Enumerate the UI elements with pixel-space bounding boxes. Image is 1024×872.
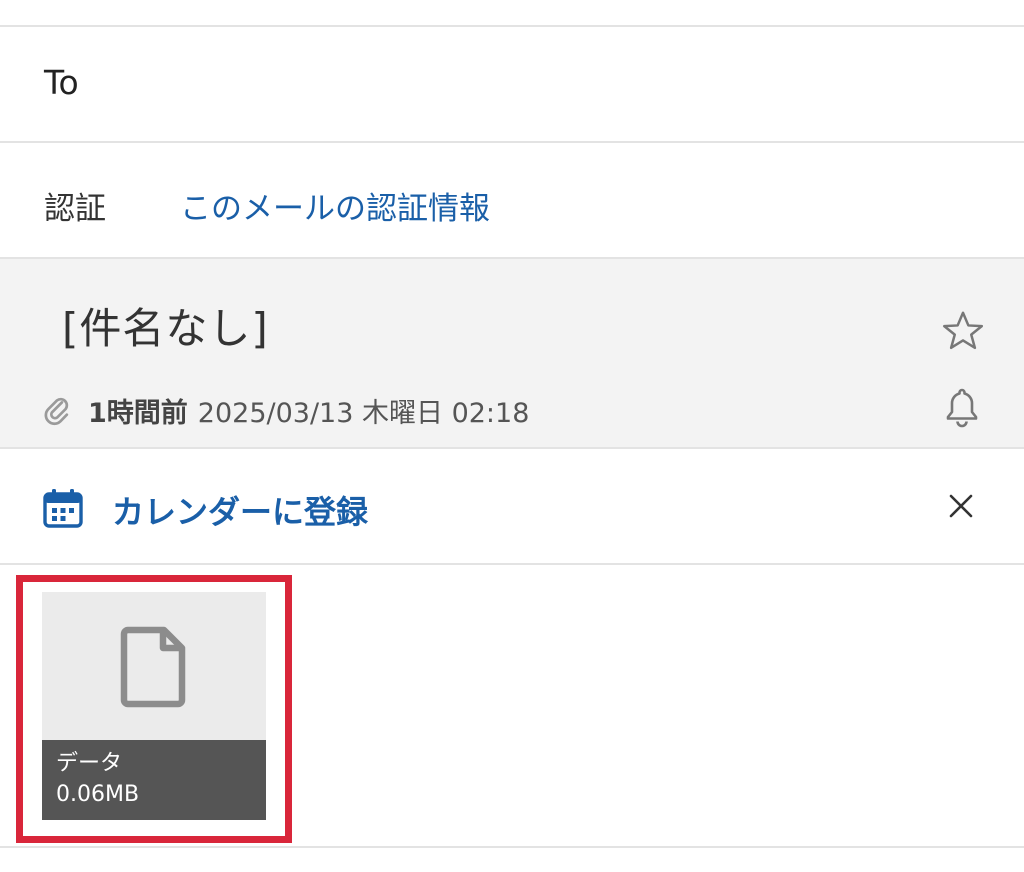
mail-detail-view: To 認証 このメールの認証情報 [件名なし] 1時間前 2025/03/13 … [0,0,1024,872]
calendar-icon [43,489,83,528]
message-datetime: 2025/03/13 木曜日 02:18 [197,398,530,429]
to-label: To [44,63,79,102]
subject-title: [件名なし] [62,304,269,353]
relative-time: 1時間前 [88,398,188,429]
paperclip-icon [44,397,69,425]
to-row: To [0,25,1024,143]
subject-block: [件名なし] 1時間前 2025/03/13 木曜日 02:18 [0,259,1024,449]
close-icon[interactable] [946,491,976,521]
calendar-banner: カレンダーに登録 [0,449,1024,565]
add-to-calendar-button[interactable]: カレンダーに登録 [112,487,368,533]
message-meta: 1時間前 2025/03/13 木曜日 02:18 [42,391,529,430]
auth-info-link[interactable]: このメールの認証情報 [180,183,490,228]
bell-icon[interactable] [944,386,980,428]
auth-label: 認証 [44,191,106,227]
file-icon [120,626,186,708]
auth-row: 認証 このメールの認証情報 [0,143,1024,259]
star-icon[interactable] [940,308,986,354]
attachment-caption: データ 0.06MB [42,740,266,820]
attachment-size: 0.06MB [56,782,140,807]
attachment-name: データ [56,751,123,776]
attachment-area: データ 0.06MB [0,565,1024,848]
attachment-tile[interactable]: データ 0.06MB [42,592,266,820]
